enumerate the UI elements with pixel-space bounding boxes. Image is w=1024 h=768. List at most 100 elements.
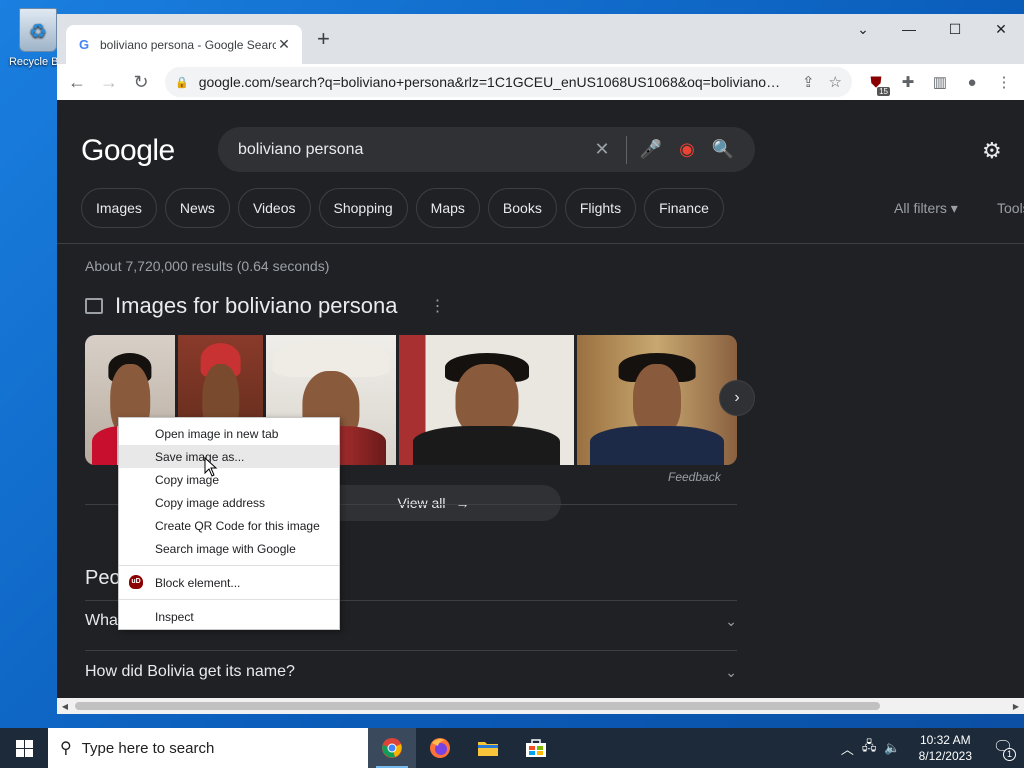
system-tray: ︿ 🖧 🔈 10:32 AM 8/12/2023 🗨 1: [841, 732, 1024, 764]
network-icon[interactable]: 🖧: [862, 737, 877, 759]
forward-button[interactable]: →: [95, 68, 123, 96]
menu-separator: [119, 599, 339, 600]
new-tab-button[interactable]: +: [317, 28, 330, 50]
profile-avatar-icon[interactable]: ●: [958, 68, 986, 96]
chip-flights[interactable]: Flights: [564, 188, 637, 228]
recycle-bin-icon: [19, 8, 57, 52]
ublock-extension-icon[interactable]: ⛊ 15: [862, 68, 890, 96]
share-icon[interactable]: ⇪: [802, 73, 815, 91]
view-all-button[interactable]: View all →: [306, 485, 561, 521]
taskbar-firefox-icon[interactable]: [416, 728, 464, 768]
image-thumbnail[interactable]: [399, 335, 574, 465]
minimize-button[interactable]: —: [886, 14, 932, 44]
microphone-icon[interactable]: 🎤: [633, 139, 669, 160]
taskbar: ⚲ Type here to search ︿ 🖧 🔈 10:32 AM 8/1…: [0, 728, 1024, 768]
taskbar-store-icon[interactable]: [512, 728, 560, 768]
back-button[interactable]: ←: [63, 68, 91, 96]
taskbar-search-box[interactable]: ⚲ Type here to search: [48, 728, 368, 768]
menu-item-inspect[interactable]: Inspect: [119, 605, 339, 628]
menu-item-copy-image-address[interactable]: Copy image address: [119, 491, 339, 514]
filter-chips: Images News Videos Shopping Maps Books F…: [81, 188, 724, 228]
google-logo[interactable]: Google: [81, 134, 175, 168]
search-icon: ⚲: [60, 740, 72, 757]
chip-maps[interactable]: Maps: [415, 188, 480, 228]
context-menu: Open image in new tab Save image as... C…: [118, 417, 340, 630]
images-section-header: Images for boliviano persona ⋮: [85, 293, 446, 319]
all-filters-button[interactable]: All filters ▾: [894, 200, 958, 217]
lock-icon[interactable]: 🔒: [175, 76, 189, 89]
search-input[interactable]: boliviano persona: [238, 141, 584, 159]
chip-finance[interactable]: Finance: [644, 188, 724, 228]
notifications-icon[interactable]: 🗨 1: [990, 735, 1016, 761]
image-thumbnail[interactable]: [577, 335, 737, 465]
notification-count: 1: [1003, 748, 1016, 761]
browser-toolbar: ← → ↻ 🔒 google.com/search?q=boliviano+pe…: [57, 64, 1024, 100]
address-bar[interactable]: 🔒 google.com/search?q=boliviano+persona&…: [165, 67, 852, 97]
menu-kebab-icon[interactable]: ⋮: [990, 68, 1018, 96]
chip-videos[interactable]: Videos: [237, 188, 311, 228]
show-hidden-icons-chevron-icon[interactable]: ︿: [841, 739, 854, 758]
horizontal-scrollbar[interactable]: ◀ ▶: [57, 698, 1024, 714]
close-window-button[interactable]: ✕: [978, 14, 1024, 44]
search-divider: [626, 135, 627, 164]
settings-gear-icon[interactable]: ⚙: [982, 138, 1002, 164]
taskbar-search-placeholder: Type here to search: [81, 739, 215, 757]
chip-books[interactable]: Books: [487, 188, 557, 228]
browser-tab[interactable]: G boliviano persona - Google Search ✕: [66, 25, 302, 64]
google-favicon-icon: G: [78, 36, 90, 52]
arrow-right-icon: →: [455, 495, 470, 511]
clear-search-icon[interactable]: ✕: [584, 139, 620, 160]
clock[interactable]: 10:32 AM 8/12/2023: [919, 732, 972, 764]
images-heading[interactable]: Images for boliviano persona: [115, 293, 398, 319]
google-lens-icon[interactable]: ◉: [669, 139, 705, 160]
chip-images[interactable]: Images: [81, 188, 157, 228]
chevron-down-icon: ⌄: [725, 663, 737, 680]
extensions-puzzle-icon[interactable]: ✚: [894, 68, 922, 96]
block-element-label: Block element...: [155, 575, 241, 590]
start-button[interactable]: [0, 728, 48, 768]
search-icon[interactable]: 🔍: [705, 139, 741, 160]
url-text: google.com/search?q=boliviano+persona&rl…: [198, 74, 788, 90]
side-panel-icon[interactable]: ▥: [926, 68, 954, 96]
scroll-right-icon[interactable]: ▶: [1008, 702, 1024, 711]
thumb-body: [413, 426, 560, 465]
header-divider: [57, 243, 1024, 244]
menu-separator: [119, 565, 339, 566]
question-divider: [85, 650, 737, 651]
scroll-left-icon[interactable]: ◀: [57, 702, 73, 711]
result-stats: About 7,720,000 results (0.64 seconds): [85, 258, 330, 274]
menu-item-copy-image[interactable]: Copy image: [119, 468, 339, 491]
menu-item-create-qr-code[interactable]: Create QR Code for this image: [119, 514, 339, 537]
menu-item-open-image-new-tab[interactable]: Open image in new tab: [119, 422, 339, 445]
scroll-track[interactable]: [73, 698, 1008, 714]
chip-shopping[interactable]: Shopping: [318, 188, 408, 228]
search-box[interactable]: boliviano persona ✕ 🎤 ◉ 🔍: [218, 127, 755, 172]
view-all-label: View all: [397, 495, 446, 511]
volume-icon[interactable]: 🔈: [884, 740, 900, 756]
tab-title: boliviano persona - Google Search: [100, 37, 276, 52]
title-bar: G boliviano persona - Google Search ✕ + …: [57, 14, 1024, 64]
scroll-thumb[interactable]: [75, 702, 880, 710]
chip-news[interactable]: News: [164, 188, 230, 228]
image-icon: [85, 298, 103, 314]
more-options-icon[interactable]: ⋮: [430, 296, 446, 316]
carousel-next-chevron-icon[interactable]: ›: [719, 380, 755, 416]
question-text: How did Bolivia get its name?: [85, 663, 295, 680]
menu-item-search-image-google[interactable]: Search image with Google: [119, 537, 339, 560]
close-tab-icon[interactable]: ✕: [276, 36, 292, 53]
clock-date: 8/12/2023: [918, 749, 972, 763]
thumb-jacket: [589, 426, 725, 465]
taskbar-file-explorer-icon[interactable]: [464, 728, 512, 768]
windows-logo-icon: [15, 739, 33, 757]
reload-button[interactable]: ↻: [127, 68, 155, 96]
feedback-link[interactable]: Feedback: [668, 470, 721, 484]
maximize-button[interactable]: ☐: [932, 14, 978, 44]
question-row[interactable]: How did Bolivia get its name? ⌄: [85, 663, 737, 681]
window-controls: ⌄ — ☐ ✕: [840, 14, 1024, 44]
tab-search-icon[interactable]: ⌄: [840, 14, 886, 44]
taskbar-chrome-icon[interactable]: [368, 728, 416, 768]
menu-item-block-element[interactable]: uD Block element...: [119, 571, 339, 594]
menu-item-save-image-as[interactable]: Save image as...: [119, 445, 339, 468]
tools-button[interactable]: Tools: [997, 200, 1024, 216]
bookmark-star-icon[interactable]: ☆: [829, 73, 842, 91]
